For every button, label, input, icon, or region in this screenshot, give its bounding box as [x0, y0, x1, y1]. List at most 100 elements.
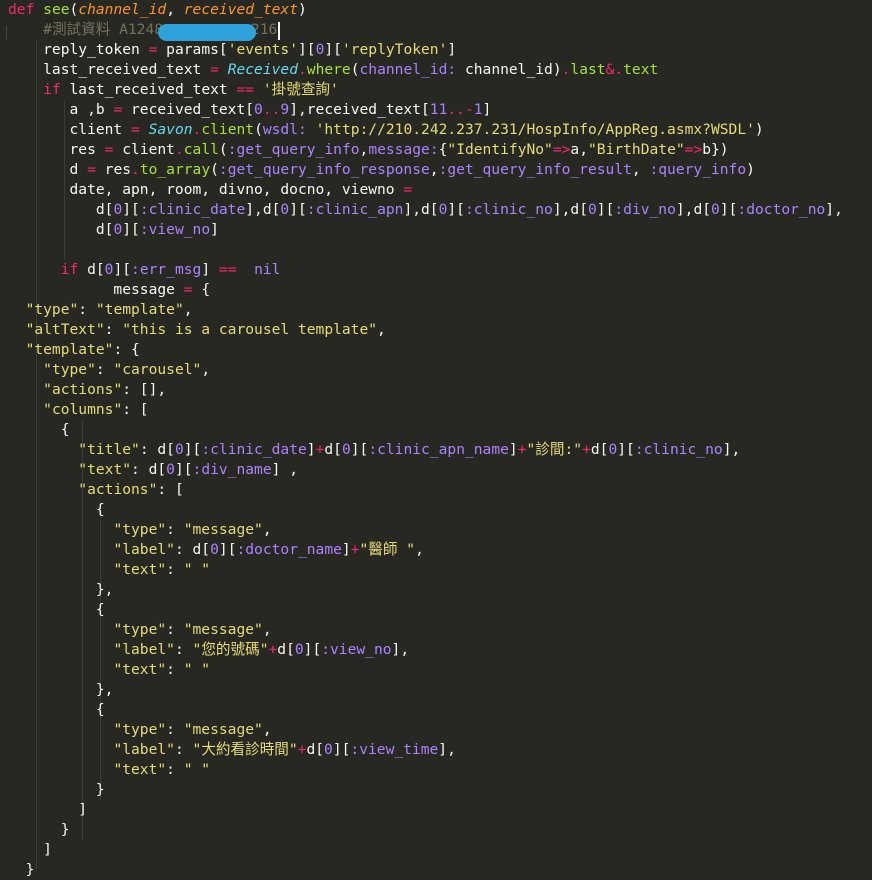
- code-token: reply_token: [8, 41, 149, 58]
- code-token: ..: [447, 101, 465, 118]
- code-line: "type": "message",: [8, 720, 872, 740]
- code-token: :: [166, 621, 184, 638]
- code-token: (: [350, 61, 360, 78]
- code-token: =>: [552, 141, 571, 158]
- code-token: channel_id): [456, 61, 562, 78]
- code-token: ][: [719, 201, 738, 218]
- code-token: :: [166, 761, 184, 778]
- code-token: +: [582, 441, 591, 458]
- code-line: if d[0][:err_msg] == nil: [8, 260, 872, 280]
- code-token: :clinic_apn: [306, 201, 404, 218]
- code-token: ][: [447, 201, 465, 218]
- code-token: : d[: [131, 461, 167, 478]
- code-token: :: [95, 361, 114, 378]
- code-token: channel_id: [78, 1, 167, 18]
- code-token: &.: [605, 61, 624, 78]
- code-line: "type": "carousel",: [8, 360, 872, 380]
- code-token: :: [174, 641, 193, 658]
- code-token: : d[: [139, 441, 175, 458]
- code-token: "altText": [25, 321, 105, 338]
- code-line: "type": "template",: [8, 300, 872, 320]
- code-line: a ,b = received_text[0..9],received_text…: [8, 100, 872, 120]
- code-line: "template": {: [8, 340, 872, 360]
- code-token: "IdentifyNo": [447, 141, 553, 158]
- code-token: last_received_text: [8, 61, 211, 78]
- code-line: res = client.call(:get_query_info,messag…: [8, 140, 872, 160]
- code-token: "text": [113, 661, 167, 678]
- code-token: =: [87, 161, 96, 178]
- code-token: date, apn, room, divno, docno, viewno: [8, 181, 404, 198]
- code-token: ): [298, 1, 307, 18]
- code-line: date, apn, room, divno, docno, viewno =: [8, 180, 872, 200]
- redaction-mark: [158, 24, 256, 41]
- code-token: ][: [174, 461, 193, 478]
- code-token: ][: [350, 441, 369, 458]
- text-cursor: [278, 22, 280, 40]
- code-token: ,: [262, 521, 272, 538]
- code-token: :: [174, 741, 193, 758]
- code-token: "text": [78, 461, 132, 478]
- code-token: :err_msg: [131, 261, 202, 278]
- code-token: :div_no: [614, 201, 676, 218]
- code-token: {: [8, 701, 105, 718]
- code-token: ,: [359, 141, 369, 158]
- code-token: ]: [210, 221, 219, 238]
- code-token: call: [183, 141, 219, 158]
- code-token: client: [201, 121, 255, 138]
- code-token: =>: [684, 141, 703, 158]
- code-token: 0: [588, 201, 597, 218]
- code-token: =: [210, 61, 219, 78]
- code-token: ][: [324, 41, 342, 58]
- code-token: :: [166, 521, 184, 538]
- code-token: text: [623, 61, 659, 78]
- code-token: "this is a carousel template": [122, 321, 378, 338]
- code-token: b}): [702, 141, 729, 158]
- code-line: "altText": "this is a carousel template"…: [8, 320, 872, 340]
- code-token: ][: [218, 541, 237, 558]
- code-token: "message": [183, 621, 263, 638]
- code-token: ][: [183, 441, 202, 458]
- code-token: params[: [157, 41, 228, 58]
- code-token: ],: [722, 441, 741, 458]
- code-token: "template": [95, 301, 184, 318]
- code-token: {: [8, 421, 70, 438]
- code-line: },: [8, 580, 872, 600]
- code-token: d[: [8, 201, 114, 218]
- code-token: ][: [617, 441, 635, 458]
- code-token: (: [254, 121, 263, 138]
- code-token: 0: [113, 201, 123, 218]
- code-token: ==: [236, 81, 255, 98]
- code-token: "您的號碼": [192, 641, 269, 658]
- code-line: },: [8, 680, 872, 700]
- code-token: ..: [262, 101, 281, 118]
- code-token: :get_query_info: [227, 141, 360, 158]
- code-token: 0: [254, 101, 263, 118]
- code-token: ]: [8, 841, 52, 858]
- code-token: "label": [113, 641, 175, 658]
- code-editor[interactable]: def see(channel_id, received_text) #測試資料…: [0, 0, 872, 878]
- code-token: "label": [113, 741, 175, 758]
- code-token: }: [8, 781, 105, 798]
- code-token: ][: [596, 201, 615, 218]
- code-token: "message": [183, 521, 263, 538]
- code-token: ,: [631, 161, 650, 178]
- code-line: "text": " ": [8, 560, 872, 580]
- code-token: :doctor_name: [236, 541, 342, 558]
- code-token: where: [306, 61, 351, 78]
- code-token: ,: [429, 161, 439, 178]
- code-token: ]: [8, 801, 88, 818]
- code-token: message: [8, 281, 184, 298]
- code-line: "columns": [: [8, 400, 872, 420]
- code-line: "text": d[0][:div_name] ,: [8, 460, 872, 480]
- code-token: (: [218, 141, 228, 158]
- code-token: : d[: [174, 541, 211, 558]
- code-token: d: [8, 161, 88, 178]
- code-token: 0: [166, 461, 175, 478]
